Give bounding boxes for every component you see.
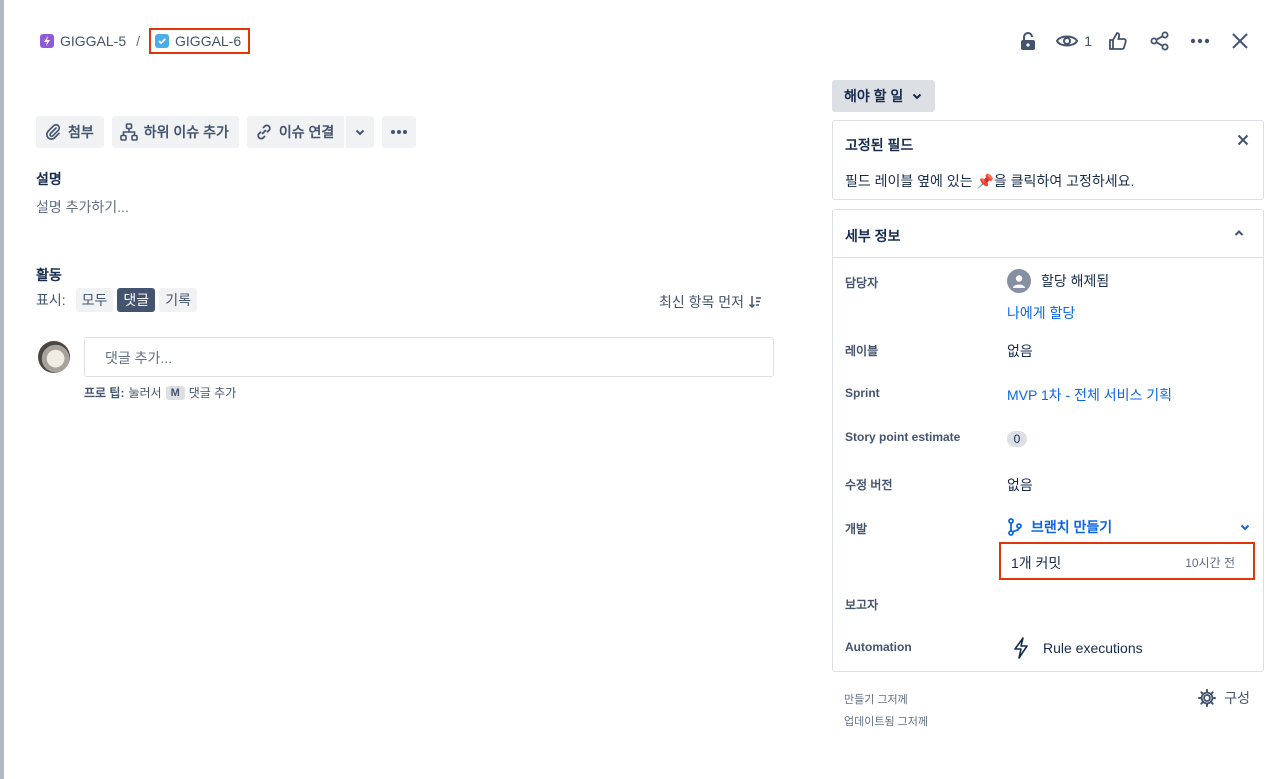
details-header[interactable]: 세부 정보	[833, 210, 1263, 258]
link-issue-button[interactable]: 이슈 연결	[246, 116, 345, 148]
activity-filters: 표시: 모두 댓글 기록	[36, 288, 197, 312]
lightning-bolt-icon	[1014, 637, 1028, 659]
eye-icon[interactable]: 1	[1056, 27, 1092, 55]
rule-executions-label: Rule executions	[1043, 640, 1143, 656]
watch-count: 1	[1084, 33, 1092, 49]
share-icon[interactable]	[1146, 27, 1174, 55]
filter-all[interactable]: 모두	[75, 288, 114, 312]
pinned-fields-title: 고정된 필드	[845, 137, 914, 153]
issue-header-actions: 1	[1014, 27, 1254, 55]
user-avatar	[38, 341, 70, 373]
sprint-label: Sprint	[845, 386, 880, 400]
automation-value[interactable]: Rule executions	[1013, 637, 1143, 659]
created-timestamp: 만들기 그저께	[844, 694, 908, 706]
breadcrumb-current-label: GIGGAL-6	[175, 33, 242, 49]
thumbs-up-icon[interactable]	[1104, 27, 1132, 55]
description-placeholder[interactable]: 설명 추가하기...	[36, 197, 129, 217]
hierarchy-icon	[119, 123, 138, 141]
commit-time: 10시간 전	[1185, 556, 1235, 570]
protip-key: M	[165, 385, 185, 400]
assignee-name: 할당 해제됨	[1041, 273, 1110, 289]
fix-version-label: 수정 버전	[845, 478, 893, 492]
sprint-value[interactable]: MVP 1차 - 전체 서비스 기획	[1007, 385, 1172, 405]
assign-to-me-link[interactable]: 나에게 할당	[1007, 303, 1075, 323]
epic-icon	[40, 34, 54, 48]
development-label: 개발	[845, 522, 868, 536]
status-dropdown-button[interactable]: 해야 할 일	[832, 80, 936, 112]
more-icon	[391, 130, 408, 134]
labels-value[interactable]: 없음	[1007, 341, 1033, 361]
chevron-down-icon[interactable]	[1239, 521, 1251, 533]
pinned-fields-card: 고정된 필드 필드 레이블 옆에 있는 📌을 클릭하여 고정하세요.	[832, 120, 1264, 200]
configure-button[interactable]: 구성	[1198, 688, 1250, 708]
close-icon[interactable]	[1237, 133, 1249, 149]
add-child-issue-button[interactable]: 하위 이슈 추가	[111, 116, 239, 148]
create-branch-button[interactable]: 브랜치 만들기	[1007, 517, 1257, 537]
commits-summary[interactable]: 1개 커밋 10시간 전	[999, 542, 1255, 580]
updated-timestamp: 업데이트됨 그저께	[844, 716, 929, 728]
protip-prefix: 프로 팁:	[84, 386, 125, 400]
status-label: 해야 할 일	[844, 88, 904, 104]
details-card: 세부 정보 담당자 할당 해제됨 나에게 할당 레이블 없음 Sprint MV…	[832, 209, 1264, 672]
breadcrumb-parent-link[interactable]: GIGGAL-5	[60, 33, 126, 49]
add-child-issue-label: 하위 이슈 추가	[143, 124, 229, 140]
breadcrumb-current-issue[interactable]: GIGGAL-6	[149, 28, 251, 54]
comment-input[interactable]: 댓글 추가...	[84, 337, 774, 377]
issue-toolbar: 첨부 하위 이슈 추가 이슈 연결	[36, 116, 417, 148]
sort-icon	[748, 296, 761, 309]
fix-version-value[interactable]: 없음	[1007, 475, 1033, 495]
chevron-down-icon	[356, 129, 365, 136]
automation-label: Automation	[845, 640, 912, 654]
filter-history[interactable]: 기록	[159, 288, 197, 312]
more-actions-button[interactable]	[382, 116, 417, 148]
close-icon[interactable]	[1226, 27, 1254, 55]
paperclip-icon	[45, 123, 61, 140]
link-issue-dropdown-button[interactable]	[344, 116, 375, 148]
story-point-value[interactable]: 0	[1007, 430, 1027, 447]
create-branch-label: 브랜치 만들기	[1031, 519, 1113, 535]
attach-label: 첨부	[68, 124, 94, 140]
unlock-icon[interactable]	[1014, 27, 1042, 55]
link-issue-split-button: 이슈 연결	[246, 116, 375, 148]
link-issue-label: 이슈 연결	[278, 124, 335, 140]
description-heading: 설명	[36, 171, 62, 187]
details-title: 세부 정보	[845, 228, 901, 244]
activity-heading: 활동	[36, 267, 62, 283]
breadcrumb: GIGGAL-5 / GIGGAL-6	[40, 28, 251, 54]
left-edge-strip	[0, 0, 4, 779]
story-point-label: Story point estimate	[845, 430, 961, 444]
reporter-label: 보고자	[845, 598, 879, 612]
task-icon	[155, 34, 170, 48]
breadcrumb-separator: /	[136, 33, 141, 49]
pinned-fields-hint: 필드 레이블 옆에 있는 📌을 클릭하여 고정하세요.	[845, 173, 1135, 189]
chevron-up-icon[interactable]	[1233, 226, 1245, 242]
show-label: 표시:	[36, 292, 66, 308]
protip-press: 눌러서	[128, 386, 162, 400]
assignee-value[interactable]: 할당 해제됨	[1007, 269, 1109, 293]
chevron-down-icon	[913, 93, 922, 100]
gear-icon	[1198, 689, 1217, 707]
branch-icon	[1008, 518, 1022, 536]
sort-order-button[interactable]: 최신 항목 먼저	[659, 292, 762, 312]
commit-count: 1개 커밋	[1011, 555, 1062, 571]
labels-label: 레이블	[845, 344, 879, 358]
assignee-label: 담당자	[845, 276, 879, 290]
sort-order-label: 최신 항목 먼저	[658, 294, 744, 310]
more-icon[interactable]	[1186, 27, 1214, 55]
configure-label: 구성	[1224, 690, 1250, 706]
pro-tip: 프로 팁: 눌러서 M 댓글 추가	[84, 384, 236, 401]
filter-comments[interactable]: 댓글	[117, 288, 156, 312]
link-icon	[257, 124, 271, 140]
unassigned-avatar-icon	[1007, 269, 1031, 293]
story-point-badge: 0	[1007, 431, 1027, 447]
protip-suffix: 댓글 추가	[188, 386, 237, 400]
attach-button[interactable]: 첨부	[36, 116, 104, 148]
